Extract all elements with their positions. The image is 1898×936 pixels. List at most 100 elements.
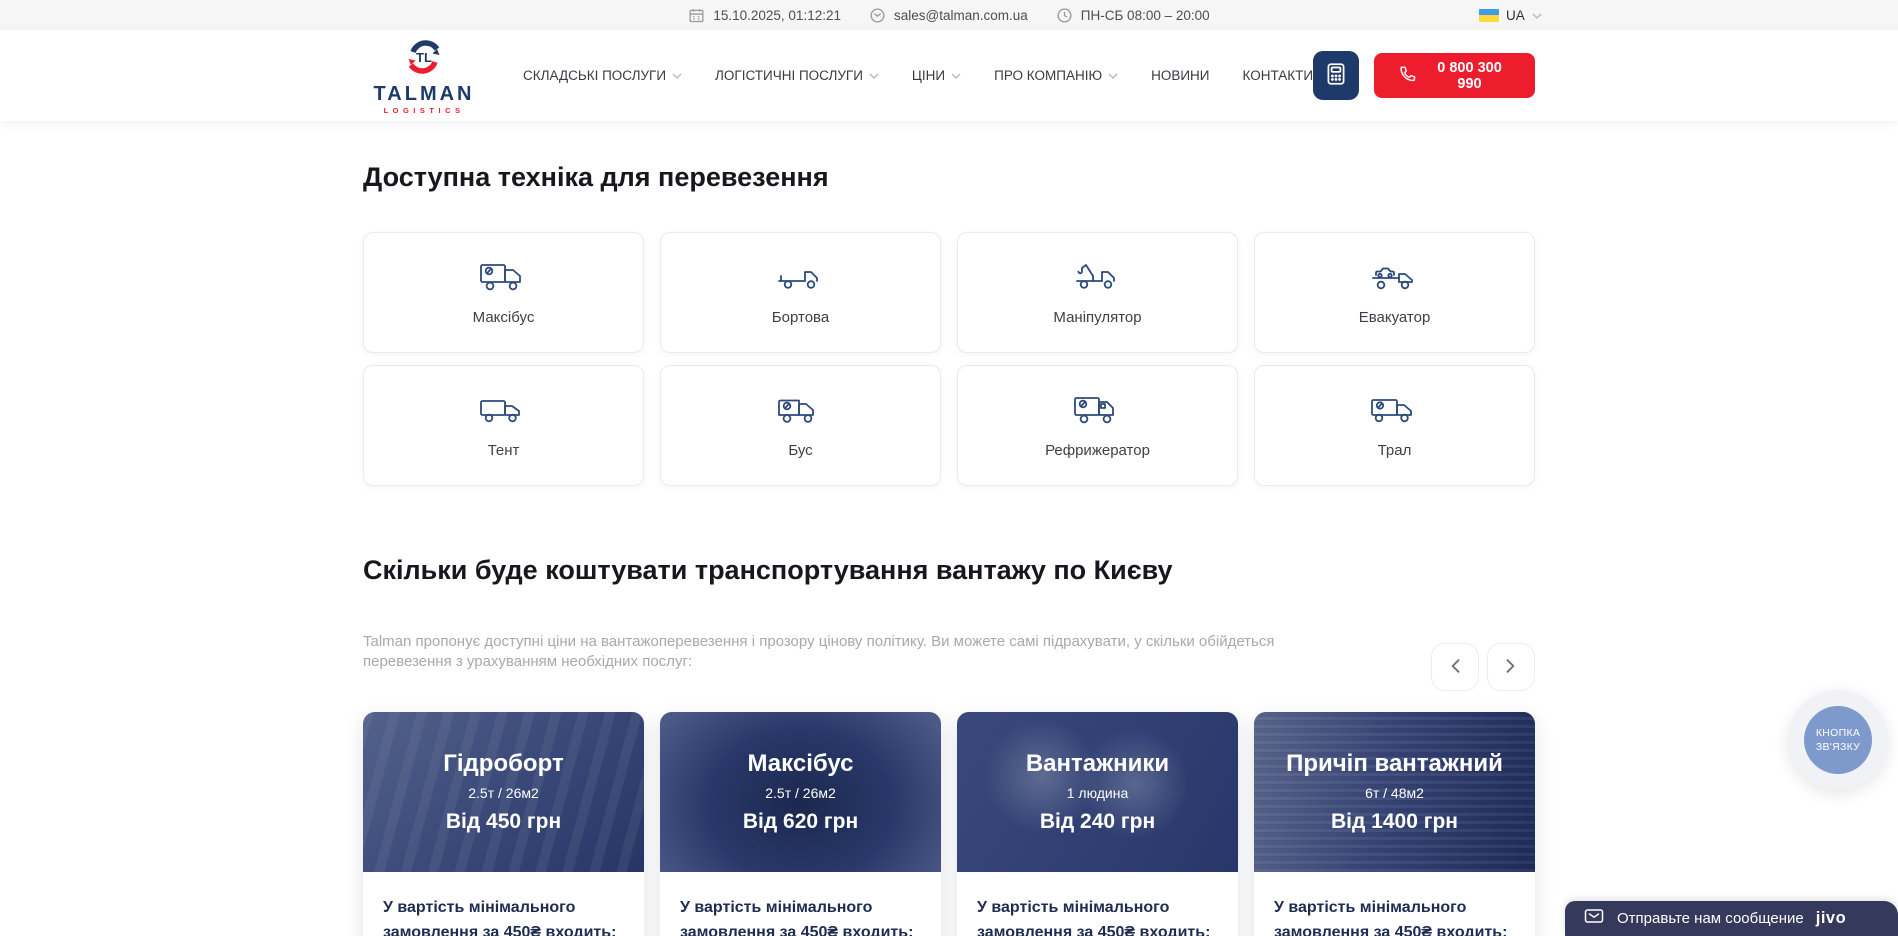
price-card-photo: Вантажники 1 людина Від 240 грн	[957, 712, 1238, 872]
carousel-controls	[1431, 643, 1535, 691]
price-card-spec: 6т / 48м2	[1365, 785, 1424, 801]
logo-tagline: LOGISTICS	[384, 106, 465, 115]
price-card-spec: 1 людина	[1067, 785, 1129, 801]
price-card-title: Гідроборт	[443, 750, 563, 778]
vehicle-card-tent[interactable]: Тент	[363, 365, 644, 486]
svg-text:TL: TL	[416, 50, 432, 65]
logo-emblem-icon: TL	[401, 37, 447, 82]
vehicle-card-manipulator[interactable]: Маніпулятор	[957, 232, 1238, 353]
price-card-spec: 2.5т / 26м2	[468, 785, 539, 801]
nav-label: СКЛАДСЬКІ ПОСЛУГИ	[523, 68, 666, 83]
callback-line1: КНОПКА	[1816, 726, 1860, 740]
chevron-down-icon	[951, 72, 961, 80]
clock-icon	[1056, 7, 1073, 24]
price-card-title: Максібус	[748, 750, 854, 778]
nav-item-logistics-services[interactable]: ЛОГІСТИЧНІ ПОСЛУГИ	[715, 68, 879, 83]
van-icon	[775, 393, 827, 429]
price-card-photo: Причіп вантажний 6т / 48м2 Від 1400 грн	[1254, 712, 1535, 872]
price-card-loaders[interactable]: Вантажники 1 людина Від 240 грн У вартіс…	[957, 712, 1238, 936]
callback-widget-label: КНОПКА ЗВ'ЯЗКУ	[1804, 706, 1872, 774]
phone-call-button[interactable]: 0 800 300 990	[1374, 53, 1535, 98]
calculator-button[interactable]	[1313, 51, 1359, 100]
box-truck-icon	[478, 260, 530, 296]
language-code: UA	[1506, 8, 1525, 23]
price-card-maxibus[interactable]: Максібус 2.5т / 26м2 Від 620 грн У варті…	[660, 712, 941, 936]
nav-item-prices[interactable]: ЦІНИ	[912, 68, 961, 83]
nav-label: ЛОГІСТИЧНІ ПОСЛУГИ	[715, 68, 863, 83]
pricing-description: Talman пропонує доступні ціни на вантажо…	[363, 632, 1323, 672]
topbar-email[interactable]: sales@talman.com.ua	[869, 7, 1028, 24]
price-card-price: Від 240 грн	[1040, 810, 1155, 834]
price-card-photo: Максібус 2.5т / 26м2 Від 620 грн	[660, 712, 941, 872]
nav-label: НОВИНИ	[1151, 68, 1209, 83]
vehicle-card-evacuator[interactable]: Евакуатор	[1254, 232, 1535, 353]
price-card-price: Від 1400 грн	[1331, 810, 1458, 834]
talman-logo[interactable]: TL TALMAN LOGISTICS	[363, 37, 485, 115]
price-card-note: У вартість мінімального замовлення за 45…	[957, 872, 1238, 936]
price-card-price: Від 450 грн	[446, 810, 561, 834]
vehicle-label: Маніпулятор	[1053, 309, 1141, 326]
price-card-carousel: Гідроборт 2.5т / 26м2 Від 450 грн У варт…	[363, 712, 1535, 936]
chat-message-text: Отправьте нам сообщение	[1617, 910, 1804, 927]
nav-label: ЦІНИ	[912, 68, 945, 83]
topbar-datetime: 15.10.2025, 01:12:21	[688, 7, 841, 24]
pricing-section: Скільки буде коштувати транспортування в…	[363, 553, 1535, 936]
chevron-left-icon	[1449, 659, 1461, 676]
ukraine-flag-icon	[1479, 9, 1499, 22]
language-selector[interactable]: UA	[1479, 0, 1542, 30]
price-card-hydroboard[interactable]: Гідроборт 2.5т / 26м2 Від 450 грн У варт…	[363, 712, 644, 936]
envelope-icon	[869, 7, 886, 24]
nav-label: КОНТАКТИ	[1243, 68, 1314, 83]
nav-item-news[interactable]: НОВИНИ	[1151, 68, 1209, 83]
crane-truck-icon	[1072, 260, 1124, 296]
nav-item-warehouse-services[interactable]: СКЛАДСЬКІ ПОСЛУГИ	[523, 68, 682, 83]
callback-line2: ЗВ'ЯЗКУ	[1816, 740, 1860, 754]
price-card-price: Від 620 грн	[743, 810, 858, 834]
vehicle-label: Бортова	[772, 309, 829, 326]
pricing-section-title: Скільки буде коштувати транспортування в…	[363, 553, 1535, 588]
vehicle-label: Бус	[788, 442, 812, 459]
topbar: 15.10.2025, 01:12:21 sales@talman.com.ua…	[0, 0, 1898, 30]
chevron-down-icon	[869, 72, 879, 80]
vehicle-card-maxibus[interactable]: Максібус	[363, 232, 644, 353]
jivo-chat-bar[interactable]: Отправьте нам сообщение jivo	[1565, 901, 1898, 936]
callback-widget-button[interactable]: КНОПКА ЗВ'ЯЗКУ	[1788, 690, 1888, 790]
vehicles-section: Доступна техніка для перевезення Максібу…	[363, 121, 1535, 486]
nav-item-contacts[interactable]: КОНТАКТИ	[1243, 68, 1314, 83]
chevron-down-icon	[672, 72, 682, 80]
tow-truck-icon	[1369, 260, 1421, 296]
topbar-hours: ПН-СБ 08:00 – 20:00	[1056, 7, 1210, 24]
vehicle-card-tral[interactable]: Трал	[1254, 365, 1535, 486]
price-card-title: Причіп вантажний	[1286, 750, 1503, 778]
vehicle-card-bortova[interactable]: Бортова	[660, 232, 941, 353]
tent-truck-icon	[478, 393, 530, 429]
carousel-next-button[interactable]	[1487, 643, 1535, 691]
hours-text: ПН-СБ 08:00 – 20:00	[1081, 8, 1210, 23]
price-card-note: У вартість мінімального замовлення за 45…	[363, 872, 644, 936]
vehicle-label: Рефрижератор	[1045, 442, 1150, 459]
vehicle-label: Максібус	[473, 309, 535, 326]
vehicle-card-refrigerator[interactable]: Рефрижератор	[957, 365, 1238, 486]
price-card-note: У вартість мінімального замовлення за 45…	[1254, 872, 1535, 936]
vehicle-grid: Максібус Бортова Маніпулято	[363, 232, 1535, 486]
vehicles-section-title: Доступна техніка для перевезення	[363, 121, 1535, 195]
trailer-truck-icon	[1369, 393, 1421, 429]
price-card-spec: 2.5т / 26м2	[765, 785, 836, 801]
carousel-prev-button[interactable]	[1431, 643, 1479, 691]
vehicle-card-bus[interactable]: Бус	[660, 365, 941, 486]
nav-label: ПРО КОМПАНІЮ	[994, 68, 1102, 83]
main-nav: СКЛАДСЬКІ ПОСЛУГИ ЛОГІСТИЧНІ ПОСЛУГИ ЦІН…	[523, 68, 1313, 83]
phone-number: 0 800 300 990	[1427, 60, 1512, 92]
calculator-icon	[1323, 61, 1349, 90]
header: TL TALMAN LOGISTICS СКЛАДСЬКІ ПОСЛУГИ ЛО…	[0, 30, 1898, 121]
price-card-note: У вартість мінімального замовлення за 45…	[660, 872, 941, 936]
vehicle-label: Трал	[1378, 442, 1412, 459]
price-card-cargo-trailer[interactable]: Причіп вантажний 6т / 48м2 Від 1400 грн …	[1254, 712, 1535, 936]
chat-envelope-icon	[1583, 907, 1605, 930]
fridge-truck-icon	[1072, 393, 1124, 429]
price-card-title: Вантажники	[1026, 750, 1169, 778]
vehicle-label: Евакуатор	[1359, 309, 1431, 326]
vehicle-label: Тент	[488, 442, 520, 459]
nav-item-about-company[interactable]: ПРО КОМПАНІЮ	[994, 68, 1118, 83]
datetime-text: 15.10.2025, 01:12:21	[713, 8, 841, 23]
